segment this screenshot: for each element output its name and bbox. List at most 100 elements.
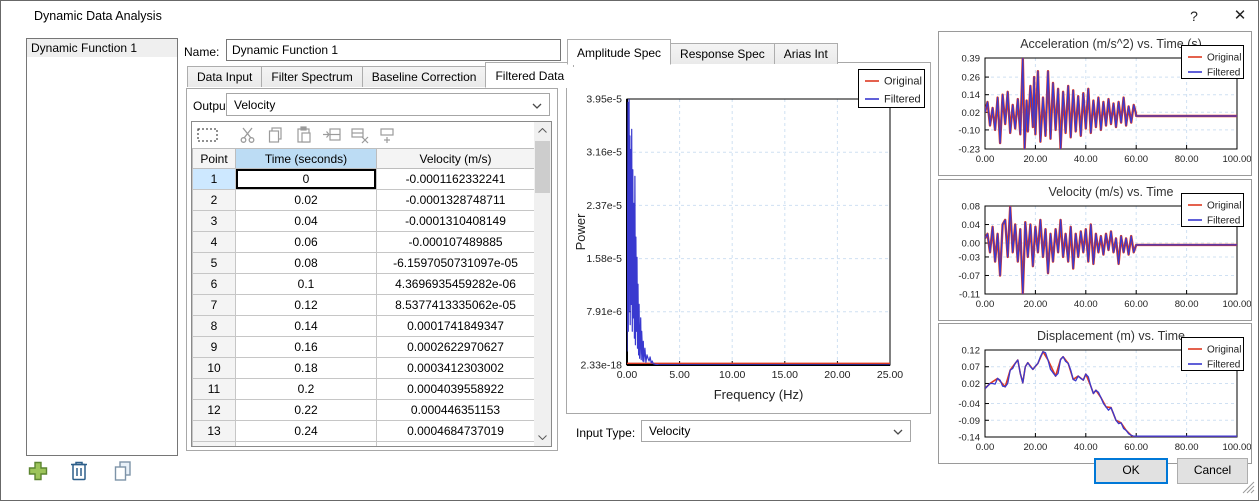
row-header[interactable]: 9	[192, 336, 236, 358]
cell[interactable]: 0.2	[235, 378, 377, 400]
cell[interactable]: 0.0003412303002	[376, 357, 534, 379]
cell[interactable]: 0.06	[235, 231, 377, 253]
svg-text:0.00: 0.00	[976, 299, 995, 310]
paste-icon[interactable]	[295, 126, 317, 144]
cell[interactable]: 0.12	[235, 294, 377, 316]
svg-text:0.04: 0.04	[962, 220, 981, 231]
ok-button[interactable]: OK	[1094, 458, 1168, 484]
cell[interactable]: -0.0001162332241	[376, 168, 534, 190]
svg-text:1.58e-5: 1.58e-5	[586, 253, 622, 265]
column-header-time-seconds[interactable]: Time (seconds)	[235, 148, 377, 169]
delete-row-icon[interactable]	[350, 126, 372, 144]
append-row-icon[interactable]	[378, 126, 400, 144]
table-vertical-scrollbar[interactable]	[534, 122, 551, 446]
svg-text:Original: Original	[1207, 53, 1241, 64]
cell[interactable]: 0.24	[235, 420, 377, 442]
cell[interactable]: 4.3696935459282e-06	[376, 273, 534, 295]
svg-text:40.00: 40.00	[1074, 299, 1098, 310]
close-button[interactable]: ✕	[1225, 5, 1255, 27]
row-header[interactable]: 10	[192, 357, 236, 379]
row-header[interactable]: 11	[192, 378, 236, 400]
row-header[interactable]: 3	[192, 210, 236, 232]
cell[interactable]: 0.22	[235, 399, 377, 421]
cell[interactable]: -0.0001328748711	[376, 189, 534, 211]
column-header-velocity-m-s[interactable]: Velocity (m/s)	[376, 148, 534, 169]
function-list[interactable]: Dynamic Function 1	[26, 38, 178, 456]
list-item-dynamic-function-1[interactable]: Dynamic Function 1	[27, 39, 177, 57]
row-header[interactable]: 12	[192, 399, 236, 421]
resize-grip-icon[interactable]	[1242, 481, 1255, 497]
cell[interactable]: 0.04	[235, 210, 377, 232]
row-header[interactable]: 2	[192, 189, 236, 211]
svg-text:0.39: 0.39	[962, 54, 981, 65]
tab-filtered-data[interactable]: Filtered Data	[485, 62, 575, 88]
tab-response-spec[interactable]: Response Spec	[670, 43, 775, 64]
row-header[interactable]: 5	[192, 252, 236, 274]
svg-text:Acceleration (m/s^2) vs. Time: Acceleration (m/s^2) vs. Time (s)	[1020, 37, 1202, 51]
scroll-up-icon[interactable]	[534, 122, 551, 139]
tab-filter-spectrum[interactable]: Filter Spectrum	[261, 66, 363, 87]
insert-row-icon[interactable]	[322, 126, 344, 144]
help-button[interactable]: ?	[1179, 5, 1209, 27]
svg-text:Original: Original	[884, 76, 922, 88]
svg-text:10.00: 10.00	[719, 369, 745, 381]
svg-text:0.00: 0.00	[976, 154, 995, 165]
cell[interactable]: -6.1597050731097e-05	[376, 252, 534, 274]
cell[interactable]: -0.0001310408149	[376, 210, 534, 232]
table-row: 7 0.12 8.5377413335062e-05	[192, 294, 534, 316]
cell[interactable]: 0.16	[235, 336, 377, 358]
acceleration-chart: 0.00 20.00 40.00 60.00 80.00 100.00 -0.23 -0.10…	[939, 32, 1252, 175]
cell[interactable]: 0.26	[235, 441, 377, 446]
cell[interactable]: 0.0004754787055	[376, 441, 534, 446]
select-region-icon[interactable]	[197, 126, 219, 144]
copy-icon[interactable]	[267, 126, 289, 144]
scrollbar-thumb[interactable]	[535, 141, 550, 193]
svg-text:-0.10: -0.10	[958, 125, 980, 136]
svg-text:Filtered: Filtered	[1207, 68, 1240, 79]
cell[interactable]: 0.0002622970627	[376, 336, 534, 358]
input-type-combobox[interactable]: Velocity	[641, 420, 911, 442]
tab-amplitude-spec[interactable]: Amplitude Spec	[567, 39, 672, 65]
delete-function-button[interactable]	[67, 459, 91, 483]
cell[interactable]: 0.0001741849347	[376, 315, 534, 337]
row-header[interactable]: 13	[192, 420, 236, 442]
row-header[interactable]: 6	[192, 273, 236, 295]
row-header[interactable]: 4	[192, 231, 236, 253]
cancel-button[interactable]: Cancel	[1177, 458, 1248, 484]
cell[interactable]: 0.000446351153	[376, 399, 534, 421]
scroll-down-icon[interactable]	[534, 429, 551, 446]
add-function-button[interactable]	[26, 459, 50, 483]
cell[interactable]: 0	[235, 168, 377, 190]
output-combobox[interactable]: Velocity	[226, 93, 550, 116]
svg-text:-0.14: -0.14	[958, 433, 980, 444]
duplicate-function-button[interactable]	[111, 459, 135, 483]
cell[interactable]: 0.0004684737019	[376, 420, 534, 442]
svg-text:0.02: 0.02	[962, 108, 981, 119]
svg-text:0.07: 0.07	[962, 362, 981, 373]
cell[interactable]: 0.18	[235, 357, 377, 379]
cell[interactable]: 0.1	[235, 273, 377, 295]
velocity-chart-box: 0.00 20.00 40.00 60.00 80.00 100.00 -0.11 -0.07…	[938, 179, 1252, 321]
svg-text:100.00: 100.00	[1222, 154, 1251, 165]
svg-text:Original: Original	[1207, 345, 1241, 356]
cell[interactable]: 0.02	[235, 189, 377, 211]
column-header-point[interactable]: Point	[192, 148, 236, 169]
cut-icon[interactable]	[239, 126, 261, 144]
row-header[interactable]: 7	[192, 294, 236, 316]
svg-text:3.16e-5: 3.16e-5	[586, 147, 622, 159]
cell[interactable]: 0.0004039558922	[376, 378, 534, 400]
svg-text:-0.03: -0.03	[958, 252, 980, 263]
name-input[interactable]	[226, 39, 561, 61]
svg-text:-0.09: -0.09	[958, 416, 980, 427]
cell[interactable]: 0.14	[235, 315, 377, 337]
tab-baseline-correction[interactable]: Baseline Correction	[361, 66, 487, 87]
displacement-chart-box: 0.00 20.00 40.00 60.00 80.00 100.00 -0.14 -0.09…	[938, 323, 1252, 464]
row-header[interactable]: 8	[192, 315, 236, 337]
cell[interactable]: 0.08	[235, 252, 377, 274]
row-header[interactable]: 1	[192, 168, 236, 190]
tab-data-input[interactable]: Data Input	[187, 66, 263, 87]
cell[interactable]: 8.5377413335062e-05	[376, 294, 534, 316]
row-header[interactable]: 14	[192, 441, 236, 446]
cell[interactable]: -0.000107489885	[376, 231, 534, 253]
tab-arias-int[interactable]: Arias Int	[773, 43, 838, 64]
